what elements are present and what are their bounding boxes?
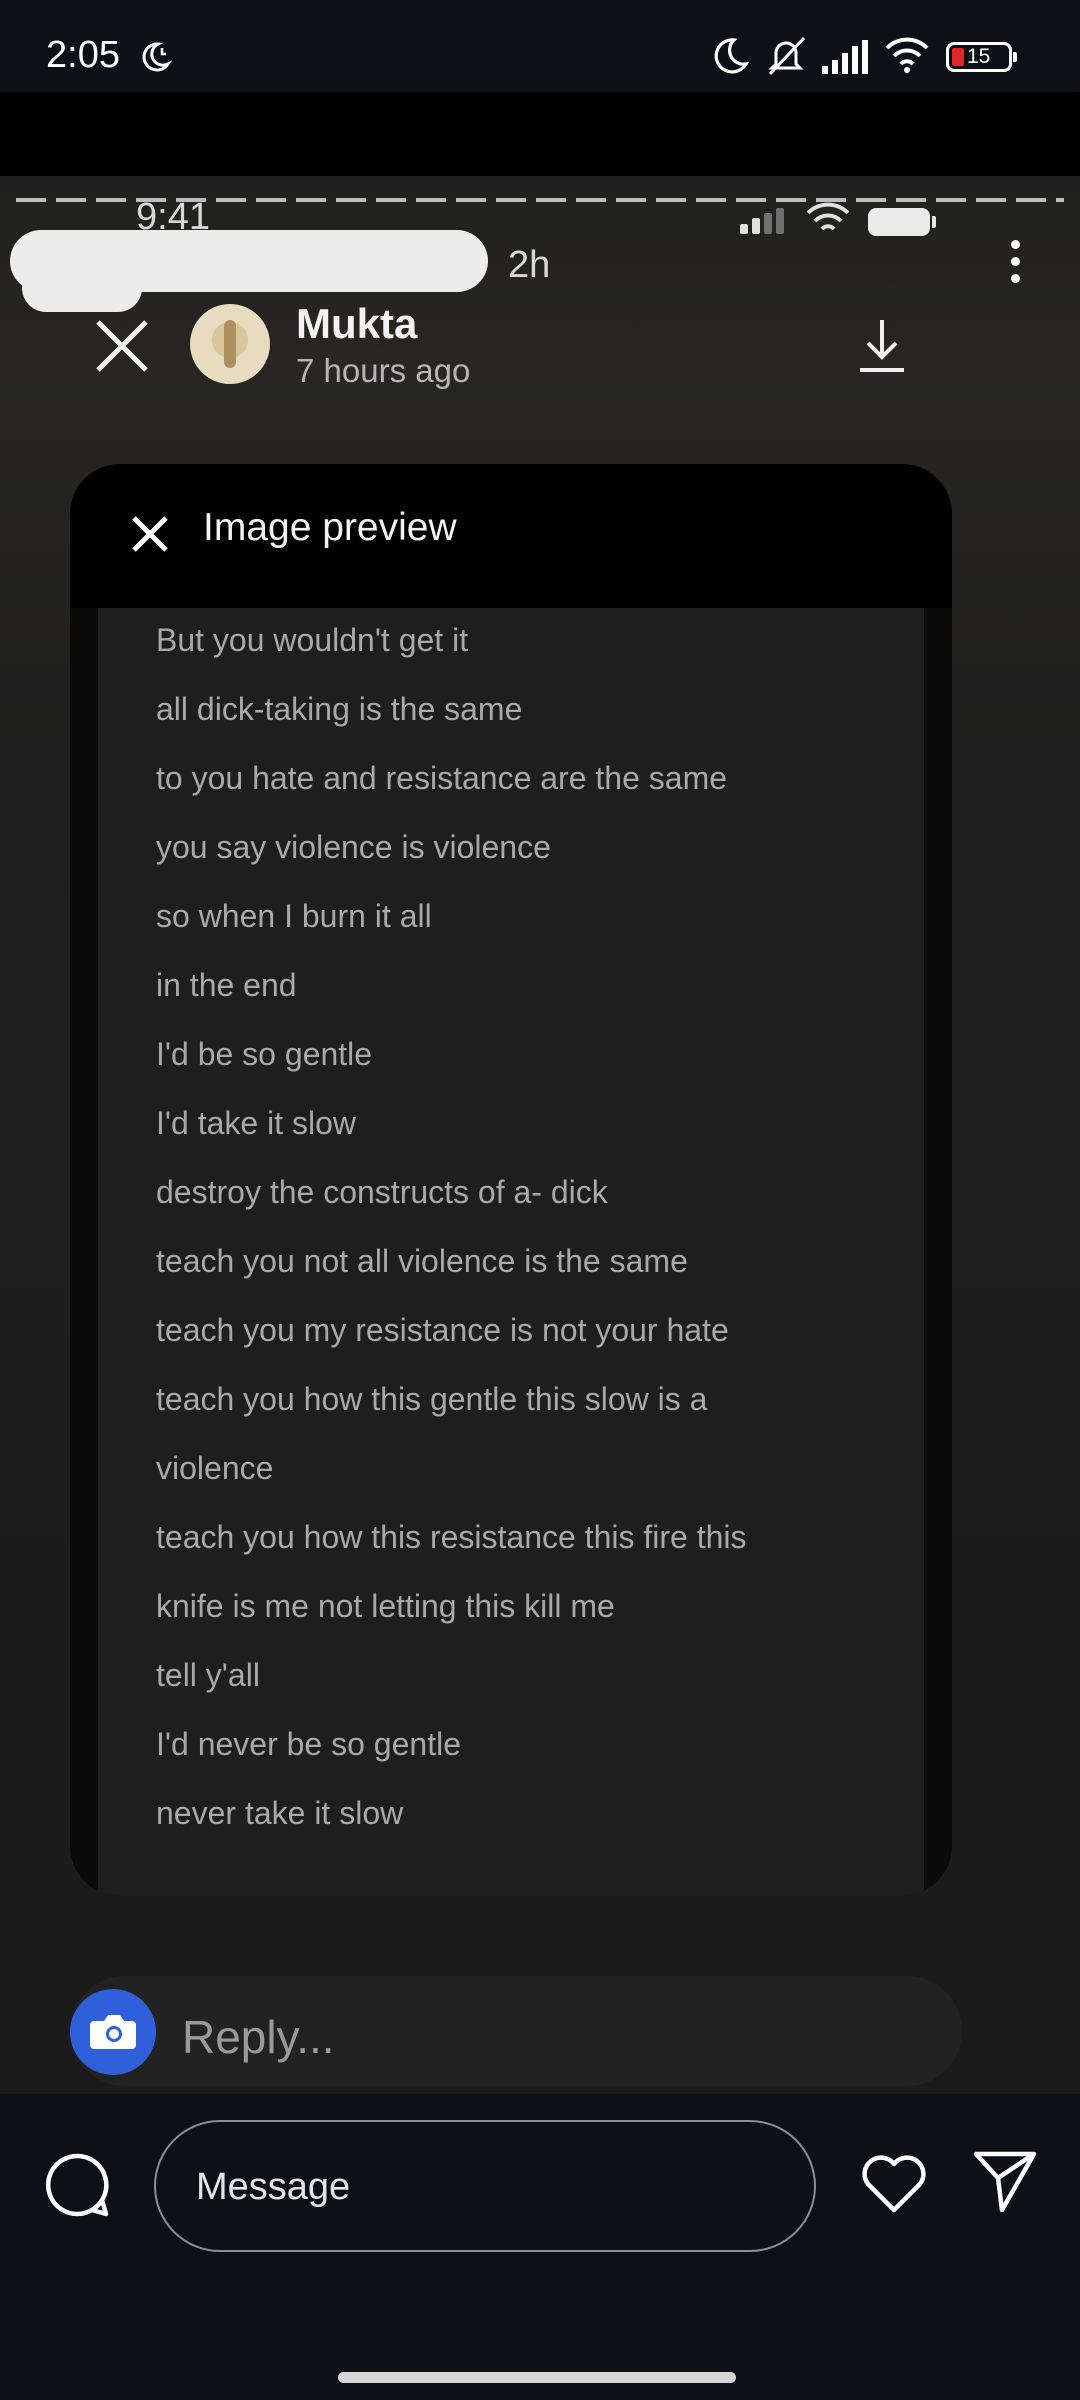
poem-line: teach you my resistance is not your hate (156, 1312, 729, 1348)
redacted-avatar (22, 264, 142, 312)
poem-line: I'd never be so gentle (156, 1726, 461, 1762)
battery-level: 15 (967, 45, 991, 68)
poem-line: you say violence is violence (156, 829, 551, 865)
silent-icon (768, 36, 806, 76)
image-preview-title: Image preview (203, 506, 457, 549)
poem-line: never take it slow (156, 1795, 404, 1831)
poem-line: teach you how this resistance this fire … (156, 1519, 747, 1555)
home-indicator[interactable] (338, 2372, 736, 2383)
poem-line: so when I burn it all (156, 898, 432, 934)
send-icon[interactable] (972, 2148, 1038, 2214)
poem-line: in the end (156, 967, 297, 1003)
poem-line: teach you how this gentle this slow is a (156, 1381, 708, 1417)
close-icon[interactable] (92, 316, 152, 376)
chat-bubble-icon[interactable] (44, 2152, 110, 2218)
preview-close-icon[interactable] (130, 514, 170, 554)
poster-avatar (190, 304, 270, 384)
top-band (0, 92, 1080, 176)
message-input-container[interactable] (154, 2120, 816, 2252)
image-preview-card: Image preview But you wouldn't get it al… (70, 464, 952, 1896)
bottom-chat-bar (0, 2094, 1080, 2400)
poem-line: violence (156, 1450, 274, 1486)
poster-name: Mukta (296, 300, 418, 347)
message-input[interactable] (196, 2152, 756, 2222)
poem-line: knife is me not letting this kill me (156, 1588, 615, 1624)
battery-icon: 15 (946, 42, 1017, 72)
wifi-icon (885, 37, 929, 73)
moon-icon (714, 38, 750, 74)
moon-clock-icon (142, 42, 173, 72)
clock-time: 2:05 (46, 34, 120, 76)
inner-signal-icon (740, 208, 784, 234)
poem-line: tell y'all (156, 1657, 260, 1693)
inner-wifi-icon (806, 202, 850, 231)
poem-line: But you wouldn't get it (156, 622, 469, 658)
poem-line: teach you not all violence is the same (156, 1243, 688, 1279)
camera-button[interactable] (70, 1989, 156, 2075)
poem-document: But you wouldn't get it all dick-taking … (98, 608, 924, 1896)
heart-icon[interactable] (860, 2152, 928, 2216)
more-options-button[interactable] (1000, 240, 1030, 290)
poster-time: 7 hours ago (296, 352, 471, 389)
poem-line: I'd take it slow (156, 1105, 356, 1141)
poem-line: to you hate and resistance are the same (156, 760, 728, 796)
reply-label: Reply... (182, 2011, 335, 2063)
story-viewer: 9:41 2h Mukta 7 hours ago Image preview (0, 176, 1080, 2094)
story-reply-bar[interactable]: Reply... (70, 1976, 962, 2086)
device-status-bar: 2:05 15 (0, 0, 1080, 92)
poem-line: all dick-taking is the same (156, 691, 523, 727)
poem-line: I'd be so gentle (156, 1036, 373, 1072)
story-age: 2h (508, 244, 551, 286)
signal-icon (822, 40, 868, 74)
camera-icon (90, 2015, 136, 2049)
inner-battery-icon (868, 208, 936, 236)
download-icon[interactable] (856, 316, 908, 376)
poem-line: destroy the constructs of a- dick (156, 1174, 608, 1210)
image-preview-header: Image preview (70, 464, 952, 608)
